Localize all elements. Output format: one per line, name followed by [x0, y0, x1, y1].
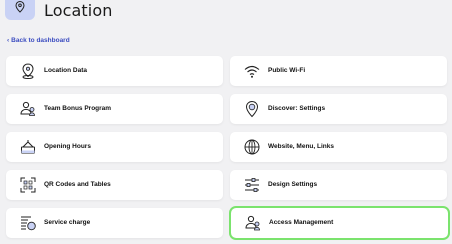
card-service-charge[interactable]: Service charge — [6, 208, 223, 238]
card-team-bonus-program[interactable]: Team Bonus Program — [6, 94, 223, 124]
page-header: Location — [0, 0, 452, 24]
card-design-settings[interactable]: Design Settings — [230, 170, 447, 200]
sliders-icon — [242, 175, 262, 195]
card-label: Access Management — [269, 219, 334, 226]
location-pin-icon — [18, 61, 38, 81]
card-public-wifi[interactable]: Public Wi-Fi — [230, 56, 447, 86]
card-label: Opening Hours — [44, 143, 91, 150]
card-access-management[interactable]: Access Management — [229, 206, 450, 240]
wifi-icon — [242, 61, 262, 81]
user-access-icon — [243, 213, 263, 233]
card-website-menu-links[interactable]: Website, Menu, Links — [230, 132, 447, 162]
location-pin-icon — [5, 0, 35, 20]
card-label: Design Settings — [268, 181, 318, 188]
card-label: QR Codes and Tables — [44, 181, 111, 188]
card-label: Website, Menu, Links — [268, 143, 334, 150]
card-label: Location Data — [44, 67, 87, 74]
receipt-coin-icon — [18, 213, 38, 233]
discover-pin-icon — [242, 99, 262, 119]
team-users-icon — [18, 99, 38, 119]
card-opening-hours[interactable]: Opening Hours — [6, 132, 223, 162]
card-label: Discover: Settings — [268, 105, 326, 112]
card-label: Service charge — [44, 219, 91, 226]
card-qr-codes-and-tables[interactable]: QR Codes and Tables — [6, 170, 223, 200]
page-title: Location — [44, 1, 113, 20]
chevron-left-icon: ‹ — [7, 37, 10, 44]
card-label: Team Bonus Program — [44, 105, 112, 112]
back-link-label: Back to dashboard — [11, 37, 70, 44]
card-label: Public Wi-Fi — [268, 67, 306, 74]
back-to-dashboard-link[interactable]: ‹ Back to dashboard — [7, 37, 70, 44]
globe-icon — [242, 137, 262, 157]
card-location-data[interactable]: Location Data — [6, 56, 223, 86]
card-discover-settings[interactable]: Discover: Settings — [230, 94, 447, 124]
door-bell-icon — [18, 137, 38, 157]
qr-scan-icon — [18, 175, 38, 195]
